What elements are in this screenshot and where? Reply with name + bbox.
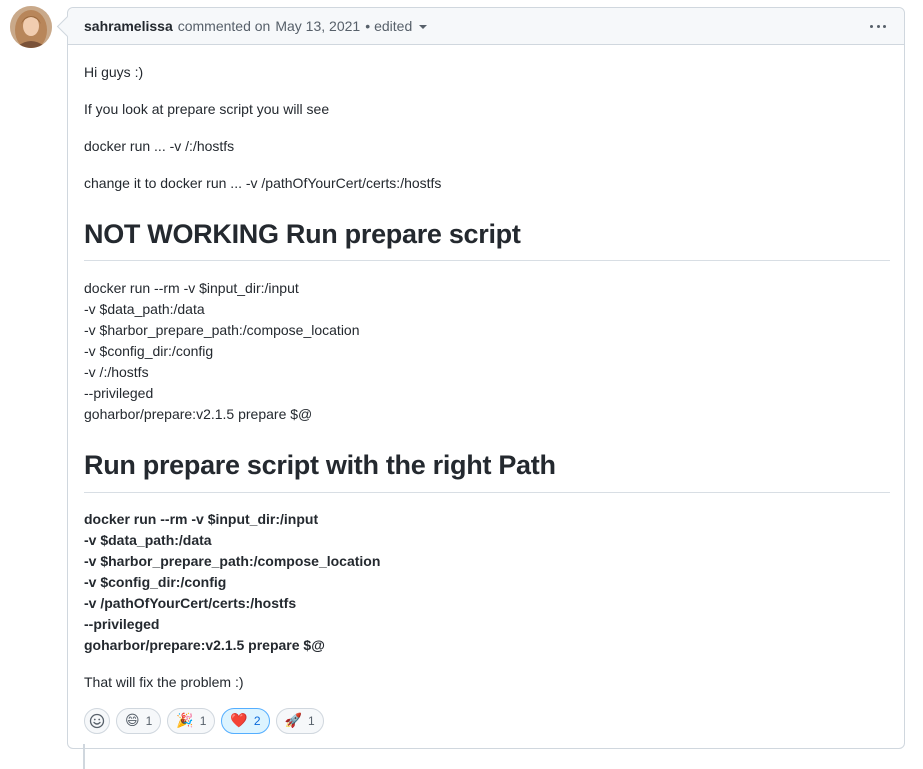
code-line: --privileged (84, 616, 160, 632)
code-line: -v /pathOfYourCert/certs:/hostfs (84, 595, 297, 611)
timeline-line (83, 744, 85, 769)
code-line: docker run --rm -v $input_dir:/input (84, 280, 299, 296)
code-line: docker run --rm -v $input_dir:/input (84, 511, 319, 527)
chevron-down-icon (419, 25, 428, 29)
reaction-count: 1 (145, 714, 153, 728)
edited-label: edited (374, 18, 413, 34)
reactions-bar: 😄 1 🎉 1 ❤️ 2 🚀 1 (84, 708, 324, 736)
comment-header: sahramelissa commented on May 13, 2021 •… (68, 8, 904, 45)
paragraph: change it to docker run ... -v /pathOfYo… (84, 175, 442, 191)
smiley-icon (89, 713, 105, 729)
heart-emoji-icon: ❤️ (230, 713, 248, 729)
reaction-count: 1 (199, 714, 207, 728)
edited-dropdown[interactable]: edited (374, 18, 428, 34)
paragraph: docker run ... -v /:/hostfs (84, 138, 235, 154)
code-line: -v $data_path:/data (84, 301, 205, 317)
reaction-rocket-button[interactable]: 🚀 1 (275, 708, 324, 734)
code-line: -v $harbor_prepare_path:/compose_locatio… (84, 322, 360, 338)
code-line: goharbor/prepare:v2.1.5 prepare $@ (84, 637, 325, 653)
reaction-count: 1 (307, 714, 315, 728)
party-popper-emoji-icon: 🎉 (176, 713, 194, 729)
code-line: --privileged (84, 385, 154, 401)
code-line: -v $config_dir:/config (84, 574, 227, 590)
reaction-count: 2 (253, 714, 261, 728)
comment-date[interactable]: May 13, 2021 (275, 18, 360, 34)
author-link[interactable]: sahramelissa (84, 18, 173, 34)
paragraph: If you look at prepare script you will s… (84, 101, 330, 117)
heading-divider (84, 260, 890, 261)
laugh-emoji-icon: 😄 (125, 713, 140, 729)
heading-divider (84, 492, 890, 493)
reaction-laugh-button[interactable]: 😄 1 (116, 708, 162, 734)
comment-box: sahramelissa commented on May 13, 2021 •… (67, 7, 905, 749)
heading: NOT WORKING Run prepare script (84, 219, 521, 249)
comment-action: commented on (177, 18, 271, 34)
kebab-horizontal-icon[interactable] (870, 18, 886, 34)
reaction-heart-button[interactable]: ❤️ 2 (221, 708, 270, 734)
avatar[interactable] (10, 6, 52, 48)
add-reaction-button[interactable] (84, 708, 110, 734)
paragraph: That will fix the problem :) (84, 674, 244, 690)
separator: • (365, 18, 371, 34)
heading: Run prepare script with the right Path (84, 450, 556, 480)
rocket-emoji-icon: 🚀 (284, 713, 302, 729)
reaction-hooray-button[interactable]: 🎉 1 (167, 708, 216, 734)
code-line: goharbor/prepare:v2.1.5 prepare $@ (84, 406, 313, 422)
code-line: -v $harbor_prepare_path:/compose_locatio… (84, 553, 381, 569)
paragraph: Hi guys :) (84, 64, 144, 80)
code-line: -v $config_dir:/config (84, 343, 214, 359)
code-line: -v /:/hostfs (84, 364, 149, 380)
code-line: -v $data_path:/data (84, 532, 212, 548)
